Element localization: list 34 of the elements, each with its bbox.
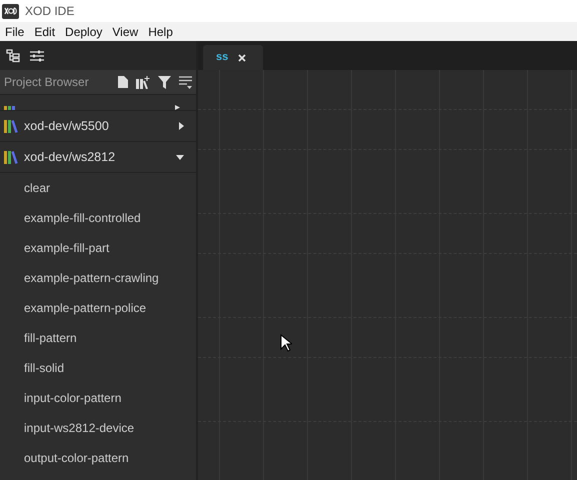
panel-title: Project Browser [4,74,90,91]
library-name[interactable]: xod-dev/w5500 [24,116,173,136]
patch-item[interactable]: example-pattern-police [24,299,146,317]
tab[interactable]: ss [203,45,263,70]
expand-arrow-icon[interactable] [179,122,184,130]
tree-icon[interactable] [6,48,20,62]
menu-item[interactable]: Deploy [60,22,108,40]
sliders-icon[interactable] [30,50,44,62]
menu-item[interactable]: File [0,22,30,40]
menu-item[interactable]: View [107,22,144,40]
collapse-arrow-icon[interactable] [176,154,184,160]
library-icon [4,150,18,164]
library-icon [4,120,18,132]
mouse-cursor-icon [280,334,292,352]
window-title: XOD IDE [25,3,74,20]
patch-item[interactable]: example-pattern-crawling [24,269,159,287]
library-icon [4,106,18,110]
sort-menu-icon[interactable] [179,76,192,88]
filter-icon[interactable] [158,76,171,88]
patch-item[interactable]: clear [24,179,50,197]
expand-arrow-icon[interactable] [175,105,180,110]
patch-item[interactable]: fill-pattern [24,329,77,347]
menu-item[interactable]: Edit [29,22,60,40]
close-icon[interactable] [238,54,246,62]
patch-item[interactable]: input-color-pattern [24,389,122,407]
add-library-icon[interactable] [136,76,150,88]
patch-item[interactable]: example-fill-controlled [24,209,141,227]
patch-item[interactable]: output-color-pattern [24,449,129,467]
patch-item[interactable]: input-ws2812-device [24,419,134,437]
menu-item[interactable]: Help [143,22,178,40]
patch-item[interactable]: example-fill-part [24,239,110,257]
new-file-icon[interactable] [118,76,128,88]
patch-item[interactable]: fill-solid [24,359,64,377]
library-name[interactable]: xod-dev/ws2812 [24,148,170,166]
